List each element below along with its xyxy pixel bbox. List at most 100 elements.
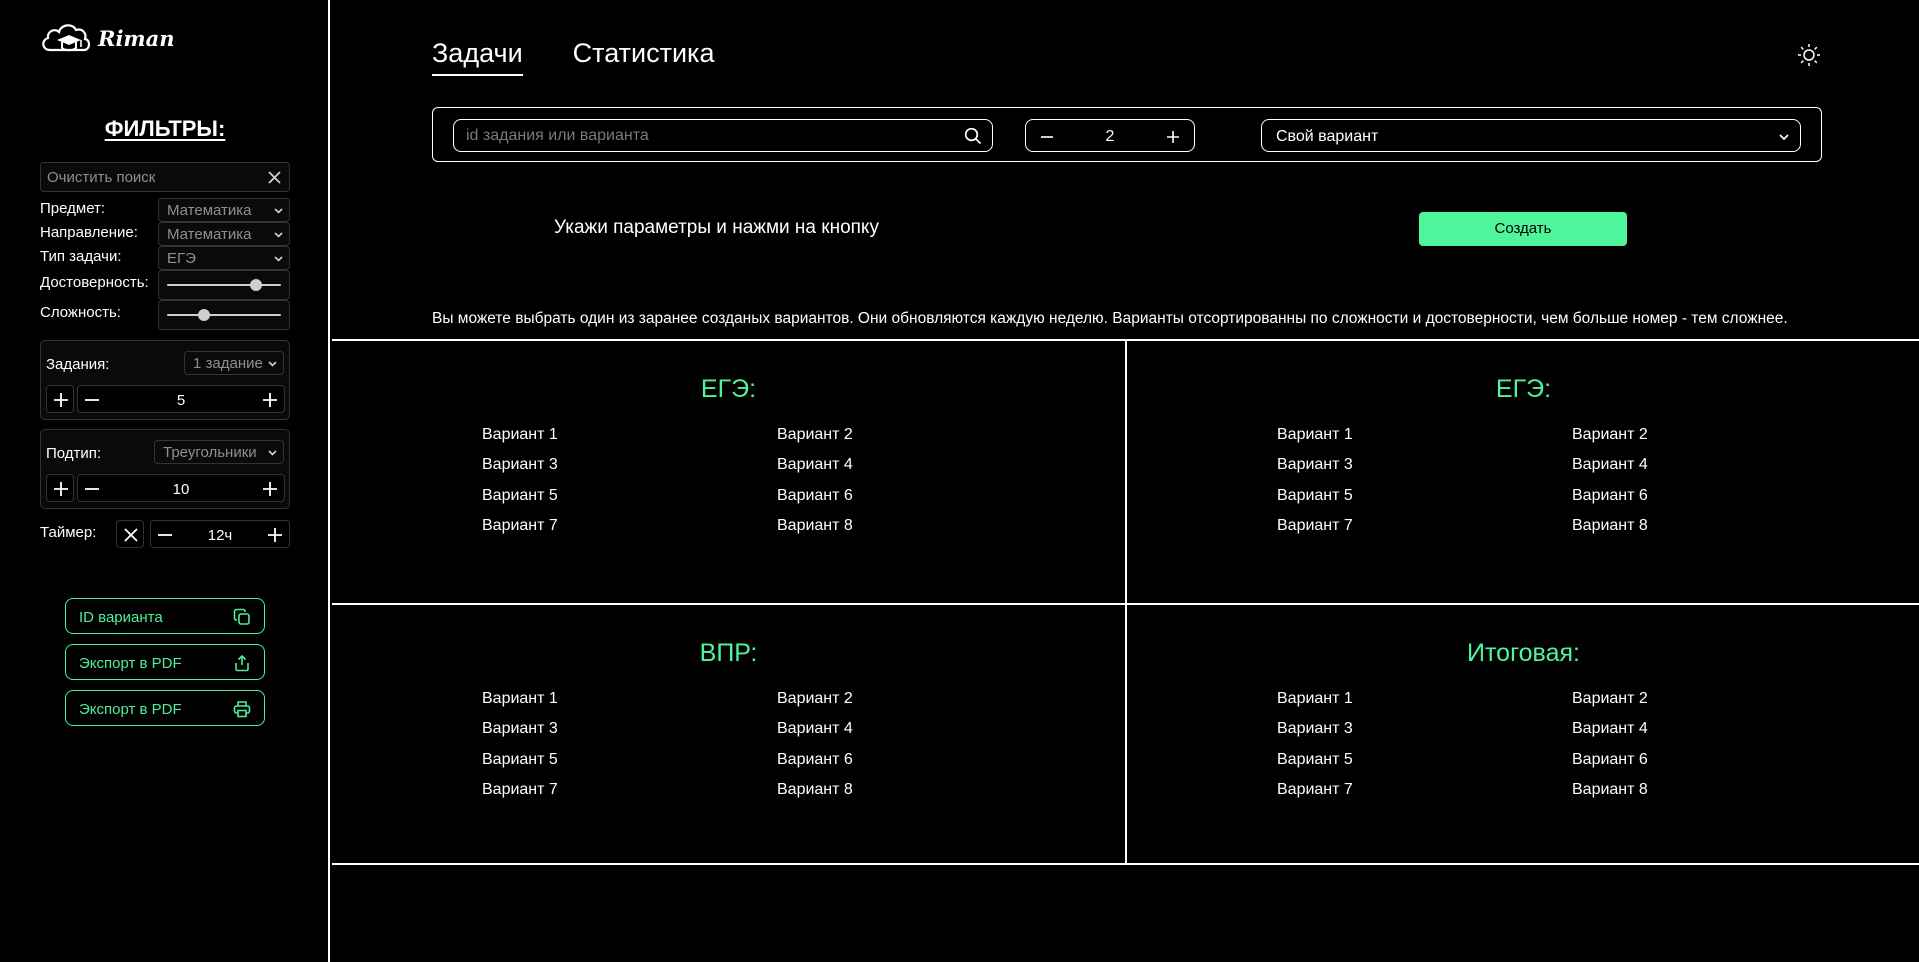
variant-link-5[interactable]: Вариант 5 (482, 487, 558, 505)
search-input[interactable] (454, 120, 992, 151)
minus-icon[interactable] (84, 392, 100, 408)
plus-icon[interactable] (267, 527, 283, 543)
difficulty-slider[interactable] (158, 300, 290, 330)
direction-label: Направление: (40, 224, 138, 241)
slider-thumb[interactable] (198, 309, 211, 321)
variant-link-1[interactable]: Вариант 1 (1277, 426, 1353, 444)
direction-select[interactable]: Математика (158, 222, 290, 246)
variant-link-5[interactable]: Вариант 5 (482, 751, 558, 769)
sidebar: Riman ФИЛЬТРЫ: Предмет: Математика Напра… (0, 0, 330, 962)
variant-link-7[interactable]: Вариант 7 (1277, 517, 1353, 535)
tab-tasks[interactable]: Задачи (432, 38, 523, 76)
variant-link-8[interactable]: Вариант 8 (777, 517, 853, 535)
subtype-label: Подтип: (46, 445, 102, 462)
variant-link-8[interactable]: Вариант 8 (777, 781, 853, 799)
variant-link-8[interactable]: Вариант 8 (1572, 517, 1648, 535)
ege-panel-2: ЕГЭ: Вариант 1 Вариант 2 Вариант 3 Вариант 4… (1127, 341, 1919, 603)
panel-title: ЕГЭ: (700, 375, 757, 403)
variant-link-6[interactable]: Вариант 6 (777, 751, 853, 769)
variant-link-4[interactable]: Вариант 4 (777, 720, 853, 738)
tasks-count-stepper[interactable]: 5 (77, 385, 285, 413)
logo[interactable]: Riman (40, 20, 175, 56)
difficulty-label: Сложность: (40, 304, 121, 321)
create-hint: Укажи параметры и нажми на кнопку (554, 217, 879, 238)
subtype-select[interactable]: Треугольники (154, 440, 284, 464)
reliability-filter: Достоверность: (40, 270, 290, 300)
vpr-panel: ВПР: Вариант 1 Вариант 2 Вариант 3 Вариант 4… (332, 605, 1125, 867)
plus-icon[interactable] (262, 392, 278, 408)
subject-filter: Предмет: Математика (40, 198, 290, 222)
variant-link-3[interactable]: Вариант 3 (1277, 456, 1353, 474)
final-panel: Итоговая: Вариант 1 Вариант 2 Вариант 3 Вари… (1127, 605, 1919, 867)
chevron-down-icon (268, 361, 277, 367)
subject-select[interactable]: Математика (158, 198, 290, 222)
app-root: Riman ФИЛЬТРЫ: Предмет: Математика Напра… (0, 0, 1919, 962)
add-task-button[interactable] (46, 385, 74, 413)
clear-search-input[interactable] (41, 163, 289, 191)
tasks-label: Задания: (46, 356, 110, 373)
variant-link-4[interactable]: Вариант 4 (777, 456, 853, 474)
variant-link-2[interactable]: Вариант 2 (1572, 426, 1648, 444)
tasks-select[interactable]: 1 задание (184, 351, 284, 375)
create-button[interactable]: Создать (1419, 212, 1627, 246)
variant-link-6[interactable]: Вариант 6 (1572, 487, 1648, 505)
variant-id-label: ID варианта (79, 609, 163, 626)
variant-link-3[interactable]: Вариант 3 (1277, 720, 1353, 738)
variant-link-4[interactable]: Вариант 4 (1572, 456, 1648, 474)
slider-track (167, 314, 281, 316)
variant-link-1[interactable]: Вариант 1 (482, 690, 558, 708)
minus-icon[interactable] (84, 481, 100, 497)
variant-link-7[interactable]: Вариант 7 (1277, 781, 1353, 799)
timer-clear-button[interactable] (116, 520, 144, 548)
add-subtype-button[interactable] (46, 474, 74, 502)
close-icon[interactable] (267, 170, 282, 185)
timer-stepper[interactable]: 12ч (150, 520, 290, 548)
variant-link-2[interactable]: Вариант 2 (777, 426, 853, 444)
reliability-slider[interactable] (158, 270, 290, 300)
search-field[interactable] (453, 119, 993, 152)
variant-link-8[interactable]: Вариант 8 (1572, 781, 1648, 799)
variant-link-1[interactable]: Вариант 1 (1277, 690, 1353, 708)
subtype-count-stepper[interactable]: 10 (77, 474, 285, 502)
clear-search-field[interactable] (40, 162, 290, 192)
sun-icon[interactable] (1796, 42, 1822, 68)
variant-link-7[interactable]: Вариант 7 (482, 781, 558, 799)
search-icon[interactable] (964, 127, 982, 145)
variant-link-7[interactable]: Вариант 7 (482, 517, 558, 535)
variant-link-4[interactable]: Вариант 4 (1572, 720, 1648, 738)
variant-select[interactable]: Свой вариант (1261, 119, 1801, 152)
variant-link-3[interactable]: Вариант 3 (482, 456, 558, 474)
filters-title: ФИЛЬТРЫ: (104, 116, 226, 141)
tasks-select-value: 1 задание (193, 355, 263, 372)
variant-link-1[interactable]: Вариант 1 (482, 426, 558, 444)
reliability-label: Достоверность: (40, 274, 149, 291)
variant-link-3[interactable]: Вариант 3 (482, 720, 558, 738)
slider-thumb[interactable] (250, 279, 263, 291)
difficulty-filter: Сложность: (40, 300, 290, 330)
variant-link-6[interactable]: Вариант 6 (1572, 751, 1648, 769)
chevron-down-icon (268, 450, 277, 456)
search-toolbar: 2 Свой вариант (432, 107, 1822, 162)
variants-info: Вы можете выбрать один из заранее создан… (432, 310, 1788, 327)
print-pdf-button[interactable]: Экспорт в PDF (65, 690, 265, 726)
minus-icon[interactable] (157, 527, 173, 543)
variants-grid: ЕГЭ: Вариант 1 Вариант 2 Вариант 3 Вариант 4… (332, 339, 1919, 865)
variant-count-stepper[interactable]: 2 (1025, 119, 1195, 152)
brand-name: Riman (98, 25, 175, 51)
export-pdf-label: Экспорт в PDF (79, 655, 182, 672)
tab-statistics[interactable]: Статистика (573, 38, 715, 76)
variant-link-2[interactable]: Вариант 2 (777, 690, 853, 708)
ege-panel-1: ЕГЭ: Вариант 1 Вариант 2 Вариант 3 Вариант 4… (332, 341, 1125, 603)
plus-icon[interactable] (1166, 130, 1180, 144)
minus-icon[interactable] (1040, 130, 1054, 144)
panel-title: Итоговая: (1467, 639, 1580, 667)
variant-link-6[interactable]: Вариант 6 (777, 487, 853, 505)
variant-link-5[interactable]: Вариант 5 (1277, 751, 1353, 769)
export-pdf-button[interactable]: Экспорт в PDF (65, 644, 265, 680)
plus-icon (54, 482, 68, 496)
task-type-select[interactable]: ЕГЭ (158, 246, 290, 270)
variant-id-button[interactable]: ID варианта (65, 598, 265, 634)
variant-link-2[interactable]: Вариант 2 (1572, 690, 1648, 708)
plus-icon[interactable] (262, 481, 278, 497)
variant-link-5[interactable]: Вариант 5 (1277, 487, 1353, 505)
